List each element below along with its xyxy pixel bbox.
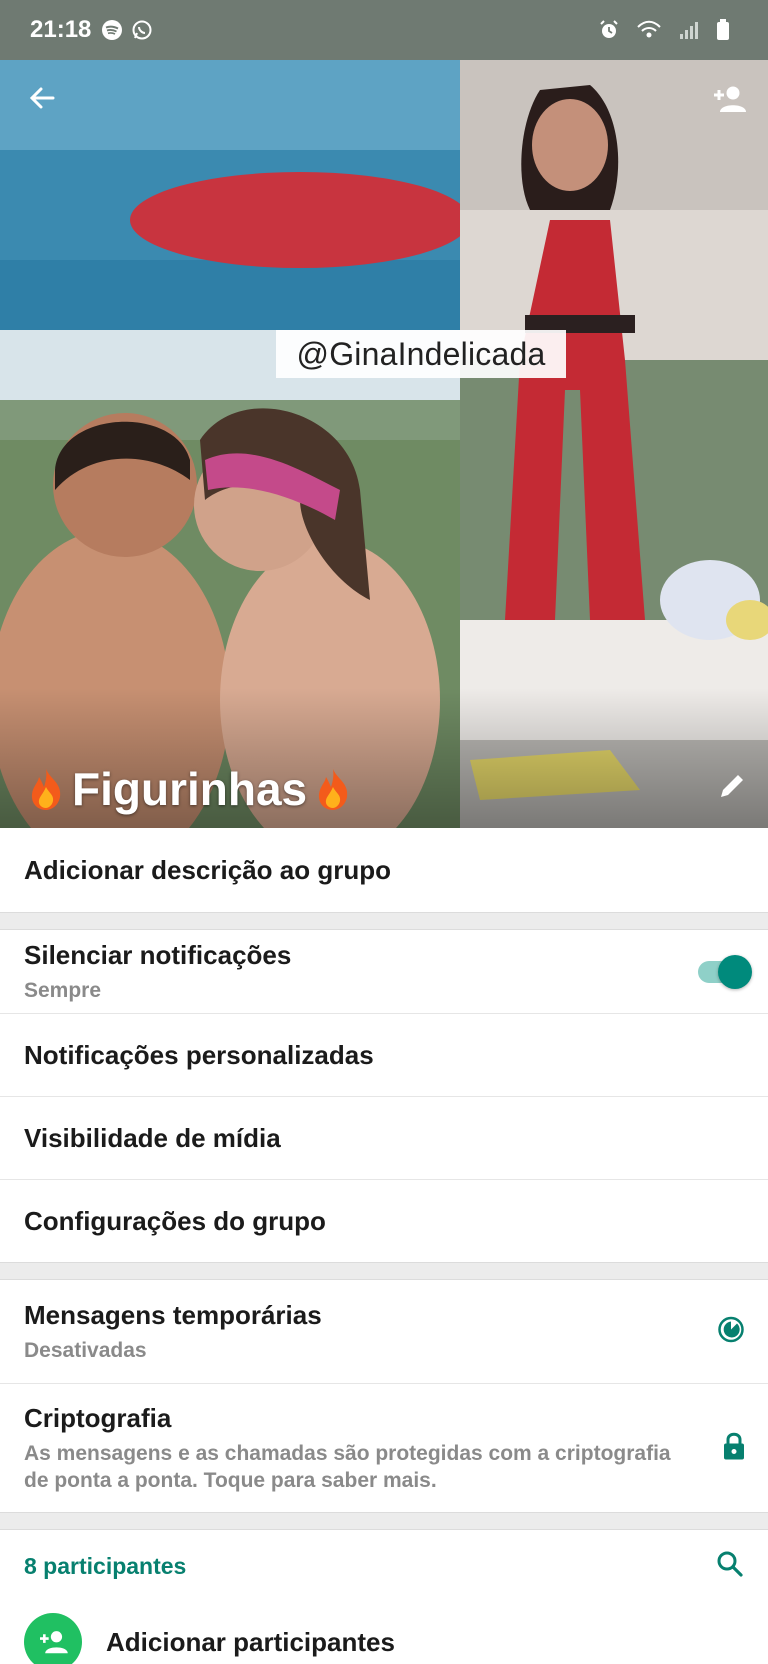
fire-icon [26,767,66,811]
encryption-title: Criptografia [24,1402,172,1433]
back-button[interactable] [22,78,62,118]
custom-notifications-label: Notificações personalizadas [24,1039,374,1070]
group-photo-header[interactable]: @GinaIndelicada Figurinhas [0,60,768,828]
mute-notifications-row[interactable]: Silenciar notificações Sempre [0,930,768,1014]
battery-icon [716,19,730,41]
mute-toggle[interactable] [698,954,752,989]
wifi-icon [636,20,662,40]
add-participant-avatar [24,1613,82,1664]
add-participants-label: Adicionar participantes [106,1626,395,1657]
custom-notifications-row[interactable]: Notificações personalizadas [0,1014,768,1097]
spotify-icon [101,19,123,41]
timer-icon [716,1314,746,1349]
add-participants-row[interactable]: Adicionar participantes [0,1602,768,1664]
pencil-icon [721,775,743,797]
signal-icon [678,20,700,40]
encryption-description: As mensagens e as chamadas são protegida… [24,1441,671,1492]
whatsapp-icon [131,19,153,41]
section-divider [0,1262,768,1280]
status-bar: 21:18 [0,0,768,60]
temporary-messages-value: Desativadas [24,1338,147,1362]
fire-icon [313,767,353,811]
group-settings-label: Configurações do grupo [24,1205,326,1236]
group-settings-row[interactable]: Configurações do grupo [0,1180,768,1262]
add-person-icon [40,1631,68,1654]
watermark-text: @GinaIndelicada [276,330,566,378]
add-participant-button[interactable] [706,76,752,122]
search-icon[interactable] [716,1550,744,1583]
notifications-section: Silenciar notificações Sempre Notificaçõ… [0,930,768,1262]
status-right-icons [598,19,738,41]
privacy-section: Mensagens temporárias Desativadas Cripto… [0,1280,768,1512]
status-time: 21:18 [30,16,92,43]
mute-notifications-value: Sempre [24,978,102,1002]
temporary-messages-title: Mensagens temporárias [24,1299,322,1330]
back-arrow-icon [29,87,55,109]
alarm-icon [598,19,620,41]
add-person-icon [714,86,746,112]
media-visibility-label: Visibilidade de mídia [24,1122,281,1153]
participants-header: 8 participantes [0,1530,768,1602]
section-divider [0,912,768,930]
participants-count: 8 participantes [24,1552,187,1579]
group-name: Figurinhas [26,762,353,816]
lock-icon [722,1431,746,1466]
edit-group-name-button[interactable] [712,766,752,806]
add-description-row[interactable]: Adicionar descrição ao grupo [0,828,768,912]
section-divider [0,1512,768,1530]
group-name-text: Figurinhas [72,763,308,815]
participants-section: 8 participantes Adicionar participantes [0,1530,768,1664]
encryption-row[interactable]: Criptografia As mensagens e as chamadas … [0,1384,768,1512]
temporary-messages-row[interactable]: Mensagens temporárias Desativadas [0,1280,768,1384]
media-visibility-row[interactable]: Visibilidade de mídia [0,1097,768,1180]
add-description-label: Adicionar descrição ao grupo [24,854,391,885]
description-section: Adicionar descrição ao grupo [0,828,768,912]
mute-notifications-title: Silenciar notificações [24,939,292,970]
toggle-knob [718,954,752,989]
